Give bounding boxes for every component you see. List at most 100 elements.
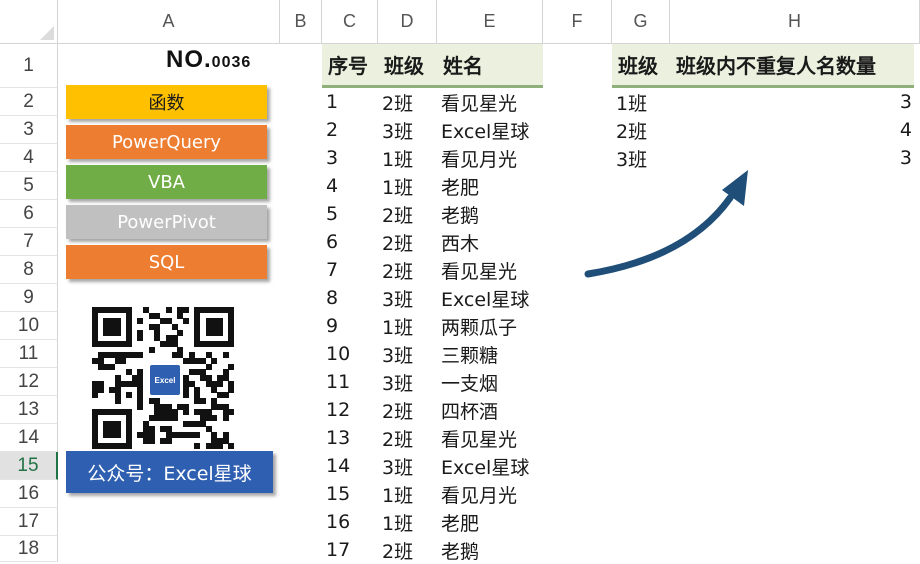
class-cell[interactable]: 3班 xyxy=(382,116,437,144)
row-header-3[interactable]: 3 xyxy=(0,116,58,144)
row-header-8[interactable]: 8 xyxy=(0,256,58,284)
qr-module xyxy=(97,363,104,370)
seq-cell[interactable]: 4 xyxy=(326,172,378,200)
row-header-1[interactable]: 1 xyxy=(0,44,58,88)
functions-button[interactable]: 函数 xyxy=(66,85,267,119)
name-cell[interactable]: 一支烟 xyxy=(441,368,543,396)
column-header-a[interactable]: A xyxy=(58,0,280,44)
name-cell[interactable]: 三颗糖 xyxy=(441,340,543,368)
select-all-corner[interactable] xyxy=(0,0,58,44)
name-cell[interactable]: 老肥 xyxy=(441,172,543,200)
result-class-cell[interactable]: 2班 xyxy=(616,116,647,144)
seq-cell[interactable]: 14 xyxy=(326,452,378,480)
column-header-f[interactable]: F xyxy=(543,0,612,44)
row-header-11[interactable]: 11 xyxy=(0,340,58,368)
name-cell[interactable]: 看见星光 xyxy=(441,88,543,116)
class-cell[interactable]: 2班 xyxy=(382,88,437,116)
seq-cell[interactable]: 3 xyxy=(326,144,378,172)
seq-cell[interactable]: 10 xyxy=(326,340,378,368)
qr-module xyxy=(126,426,133,433)
name-cell[interactable]: 老鹅 xyxy=(441,536,543,564)
column-header-e[interactable]: E xyxy=(437,0,543,44)
result-header-count[interactable]: 班级内不重复人名数量 xyxy=(670,44,914,88)
result-count-cell[interactable]: 3 xyxy=(670,88,912,116)
row-header-12[interactable]: 12 xyxy=(0,368,58,396)
result-header-class[interactable]: 班级 xyxy=(612,44,670,88)
name-cell[interactable]: 老肥 xyxy=(441,508,543,536)
column-header-b[interactable]: B xyxy=(280,0,322,44)
qr-module xyxy=(97,380,104,387)
seq-cell[interactable]: 5 xyxy=(326,200,378,228)
row-header-10[interactable]: 10 xyxy=(0,312,58,340)
name-cell[interactable]: 老鹅 xyxy=(441,200,543,228)
powerpivot-button[interactable]: PowerPivot xyxy=(66,205,267,239)
class-cell[interactable]: 3班 xyxy=(382,368,437,396)
qr-module xyxy=(92,318,98,325)
header-class[interactable]: 班级 xyxy=(378,44,437,88)
result-class-cell[interactable]: 1班 xyxy=(616,88,647,116)
row-header-17[interactable]: 17 xyxy=(0,508,58,536)
column-header-g[interactable]: G xyxy=(612,0,670,44)
row-header-2[interactable]: 2 xyxy=(0,88,58,116)
class-cell[interactable]: 1班 xyxy=(382,480,437,508)
column-header-c[interactable]: C xyxy=(322,0,378,44)
class-cell[interactable]: 2班 xyxy=(382,256,437,284)
class-cell[interactable]: 1班 xyxy=(382,172,437,200)
row-header-6[interactable]: 6 xyxy=(0,200,58,228)
class-cell[interactable]: 2班 xyxy=(382,396,437,424)
header-name[interactable]: 姓名 xyxy=(437,44,543,88)
row-header-18[interactable]: 18 xyxy=(0,536,58,562)
seq-cell[interactable]: 6 xyxy=(326,228,378,256)
class-cell[interactable]: 1班 xyxy=(382,144,437,172)
row-header-9[interactable]: 9 xyxy=(0,284,58,312)
qr-module xyxy=(114,397,121,404)
name-cell[interactable]: Excel星球 xyxy=(441,284,543,312)
class-cell[interactable]: 2班 xyxy=(382,424,437,452)
class-cell[interactable]: 1班 xyxy=(382,508,437,536)
qr-module xyxy=(148,312,155,319)
qr-module xyxy=(194,397,201,404)
seq-cell[interactable]: 17 xyxy=(326,536,378,564)
class-cell[interactable]: 2班 xyxy=(382,200,437,228)
name-cell[interactable]: Excel星球 xyxy=(441,116,543,144)
header-seq[interactable]: 序号 xyxy=(322,44,378,88)
name-cell[interactable]: 看见月光 xyxy=(441,144,543,172)
column-header-h[interactable]: H xyxy=(670,0,920,44)
seq-cell[interactable]: 11 xyxy=(326,368,378,396)
name-cell[interactable]: 看见月光 xyxy=(441,480,543,508)
seq-cell[interactable]: 2 xyxy=(326,116,378,144)
row-header-14[interactable]: 14 xyxy=(0,424,58,452)
seq-cell[interactable]: 13 xyxy=(326,424,378,452)
row-header-7[interactable]: 7 xyxy=(0,228,58,256)
name-cell[interactable]: 看见星光 xyxy=(441,424,543,452)
seq-cell[interactable]: 12 xyxy=(326,396,378,424)
seq-cell[interactable]: 7 xyxy=(326,256,378,284)
class-cell[interactable]: 3班 xyxy=(382,284,437,312)
class-cell[interactable]: 2班 xyxy=(382,536,437,564)
qr-module xyxy=(165,409,172,416)
class-cell[interactable]: 2班 xyxy=(382,228,437,256)
row-header-4[interactable]: 4 xyxy=(0,144,58,172)
class-cell[interactable]: 1班 xyxy=(382,312,437,340)
seq-cell[interactable]: 8 xyxy=(326,284,378,312)
row-header-13[interactable]: 13 xyxy=(0,396,58,424)
column-header-d[interactable]: D xyxy=(378,0,437,44)
class-cell[interactable]: 3班 xyxy=(382,452,437,480)
name-cell[interactable]: 两颗瓜子 xyxy=(441,312,543,340)
sql-button[interactable]: SQL xyxy=(66,245,267,279)
seq-cell[interactable]: 9 xyxy=(326,312,378,340)
name-cell[interactable]: 西木 xyxy=(441,228,543,256)
name-cell[interactable]: 四杯酒 xyxy=(441,396,543,424)
row-header-16[interactable]: 16 xyxy=(0,480,58,508)
seq-cell[interactable]: 15 xyxy=(326,480,378,508)
name-cell[interactable]: Excel星球 xyxy=(441,452,543,480)
vba-button[interactable]: VBA xyxy=(66,165,267,199)
class-cell[interactable]: 3班 xyxy=(382,340,437,368)
seq-cell[interactable]: 16 xyxy=(326,508,378,536)
result-count-cell[interactable]: 4 xyxy=(670,116,912,144)
row-header-5[interactable]: 5 xyxy=(0,172,58,200)
row-header-15[interactable]: 15 xyxy=(0,452,58,480)
seq-cell[interactable]: 1 xyxy=(326,88,378,116)
name-cell[interactable]: 看见星光 xyxy=(441,256,543,284)
powerquery-button[interactable]: PowerQuery xyxy=(66,125,267,159)
